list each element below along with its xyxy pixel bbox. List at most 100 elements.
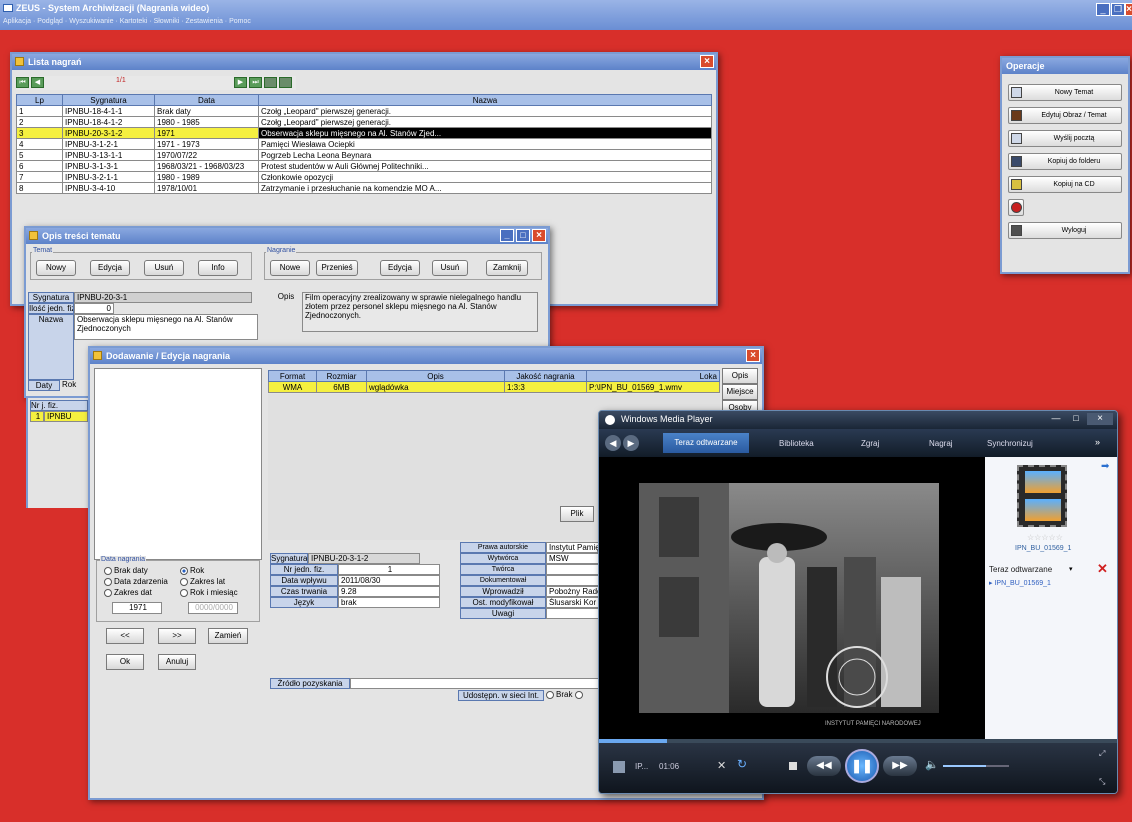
dokumentowal-value[interactable] [546, 575, 606, 586]
forward-icon[interactable]: ▶ [623, 435, 639, 451]
main-minimize-button[interactable]: _ [1096, 3, 1110, 16]
back-icon[interactable]: ◀ [605, 435, 621, 451]
dodawanie-close-button[interactable]: × [746, 349, 760, 362]
prawa-value[interactable]: Instytut Pamię [546, 542, 606, 553]
refresh-icon[interactable] [279, 77, 292, 88]
wytworca-value[interactable]: MSW [546, 553, 606, 564]
table-row[interactable]: 2 IPNBU-18-4-1-2 1980 - 1985 Czołg „Leopard… [16, 116, 712, 128]
stop-icon[interactable] [789, 762, 797, 770]
repeat-icon[interactable]: ↻ [737, 757, 747, 771]
opis-minimize-button[interactable]: _ [500, 229, 514, 242]
modyfikowal-value[interactable]: Ślusarski Kor [546, 597, 606, 608]
lista-close-button[interactable]: × [700, 55, 714, 68]
arrow-icon[interactable]: ➡ [1101, 461, 1109, 472]
tworca-value[interactable] [546, 564, 606, 575]
fullscreen-icon[interactable]: ⤢ [1099, 749, 1105, 759]
first-page-icon[interactable]: ⏮ [16, 77, 29, 88]
menu-slowniki[interactable]: Słowniki [154, 18, 180, 25]
radio-zakres-lat[interactable]: Zakres lat [180, 577, 225, 586]
nagranie-nowe-button[interactable]: Nowe [270, 260, 310, 276]
field-nrjedn-value[interactable]: 1 [338, 564, 440, 575]
wprowadzil-value[interactable]: Pobożny Rado [546, 586, 606, 597]
opis-side-button[interactable]: Opis [722, 368, 758, 384]
anuluj-button[interactable]: Anuluj [158, 654, 196, 670]
edit-topic-button[interactable]: Edytuj Obraz / Temat [1008, 107, 1122, 124]
wmp-maximize-button[interactable]: □ [1067, 413, 1085, 425]
field-sygnatura-value[interactable]: IPNBU-20-3-1-2 [308, 553, 420, 564]
new-topic-button[interactable]: Nowy Temat [1008, 84, 1122, 101]
field-czas-value[interactable]: 9.28 [338, 586, 440, 597]
radio-brak-daty[interactable]: Brak daty [104, 566, 148, 575]
volume-slider[interactable] [943, 765, 1009, 767]
playlist-item[interactable]: ▸ IPN_BU_01569_1 [989, 579, 1051, 587]
radio-udostepn-brak[interactable]: Brak [546, 690, 585, 699]
radio-rok-i-miesiac[interactable]: Rok i miesiąc [180, 588, 238, 597]
col-lp[interactable]: Lp [16, 94, 63, 106]
wmp-close-button[interactable]: × [1087, 413, 1113, 425]
last-page-icon[interactable]: ⏭ [249, 77, 262, 88]
table-row-selected[interactable]: 3 IPNBU-20-3-1-2 1971 Obserwacja sklepu mię… [16, 127, 712, 139]
file-row[interactable]: WMA 6MB wglądówka 1:3:3 P:\IPN_BU_01569_… [268, 381, 720, 393]
nagranie-przenies-button[interactable]: Przenieś [316, 260, 358, 276]
menu-wyszukiwanie[interactable]: Wyszukiwanie [69, 18, 113, 25]
col-lokalizacja[interactable]: Loka [586, 370, 720, 382]
next-icon[interactable]: ▶▶ [883, 756, 917, 776]
field-data-wplywu-value[interactable]: 2011/08/30 [338, 575, 440, 586]
menu-pomoc[interactable]: Pomoc [229, 18, 251, 25]
table-row[interactable]: 4 IPNBU-3-1-2-1 1971 - 1973 Pamięci Wiesław… [16, 138, 712, 150]
shuffle-icon[interactable]: ✕ [717, 759, 726, 772]
year-input[interactable]: 1971 [112, 602, 162, 614]
clear-list-icon[interactable]: ✕ [1097, 561, 1108, 577]
wmp-minimize-button[interactable]: — [1047, 413, 1065, 425]
table-row[interactable]: 7 IPNBU-3-2-1-1 1980 - 1989 Członkowie opoz… [16, 171, 712, 183]
more-tabs-icon[interactable]: » [1095, 437, 1100, 447]
previous-icon[interactable]: ◀◀ [807, 756, 841, 776]
table-row[interactable]: 6 IPNBU-3-1-3-1 1968/03/21 - 1968/03/23 Pro… [16, 160, 712, 172]
tab-teraz-odtwarzane[interactable]: Teraz odtwarzane [663, 433, 749, 453]
nagranie-edycja-button[interactable]: Edycja [380, 260, 420, 276]
table-row[interactable]: 5 IPNBU-3-13-1-1 1970/07/22 Pogrzeb Lecha L… [16, 149, 712, 161]
menu-kartoteki[interactable]: Kartoteki [120, 18, 148, 25]
nrj-row-number[interactable]: 1 [30, 411, 44, 422]
zamien-button[interactable]: Zamień [208, 628, 248, 644]
temat-nowy-button[interactable]: Nowy [36, 260, 76, 276]
temat-info-button[interactable]: Info [198, 260, 238, 276]
rating-stars[interactable]: ☆☆☆☆☆ [1027, 533, 1063, 542]
table-row[interactable]: 8 IPNBU-3-4-10 1978/10/01 Zatrzymanie i prz… [16, 182, 712, 194]
tab-synchronizuj[interactable]: Synchronizuj [987, 439, 1033, 448]
main-restore-button[interactable]: ❐ [1111, 3, 1125, 16]
mute-icon[interactable]: 🔈 [925, 758, 939, 771]
zrodlo-field[interactable] [350, 678, 610, 689]
pause-button[interactable]: ❚❚ [845, 749, 879, 783]
col-opis[interactable]: Opis [366, 370, 505, 382]
copy-folder-button[interactable]: Kopiuj do folderu [1008, 153, 1122, 170]
field-jezyk-value[interactable]: brak [338, 597, 440, 608]
ilosc-field[interactable]: 0 [74, 303, 114, 314]
next-button[interactable]: >> [158, 628, 196, 644]
temat-usun-button[interactable]: Usuń [144, 260, 184, 276]
tab-nagraj[interactable]: Nagraj [929, 439, 953, 448]
menu-aplikacja[interactable]: Aplikacja [3, 18, 31, 25]
switch-view-icon[interactable] [613, 761, 625, 773]
uwagi-value[interactable] [546, 608, 606, 619]
nagranie-usun-button[interactable]: Usuń [432, 260, 468, 276]
now-playing-label[interactable]: Teraz odtwarzane [989, 565, 1052, 574]
col-format[interactable]: Format [268, 370, 317, 382]
table-row[interactable]: 1 IPNBU-18-4-1-1 Brak daty Czołg „Leopard" … [16, 105, 712, 117]
col-jakosc[interactable]: Jakość nagrania [504, 370, 587, 382]
col-data[interactable]: Data [154, 94, 259, 106]
tab-biblioteka[interactable]: Biblioteka [779, 439, 814, 448]
menu-podglad[interactable]: Podgląd [37, 18, 63, 25]
col-rozmiar[interactable]: Rozmiar [316, 370, 367, 382]
now-playing-dropdown-icon[interactable]: ▾ [1069, 565, 1073, 573]
col-nazwa[interactable]: Nazwa [258, 94, 712, 106]
ok-button[interactable]: Ok [106, 654, 144, 670]
radio-data-zdarzenia[interactable]: Data zdarzenia [104, 577, 168, 586]
opis-maximize-button[interactable]: □ [516, 229, 530, 242]
send-mail-button[interactable]: Wyślij pocztą [1008, 130, 1122, 147]
nagranie-zamknij-button[interactable]: Zamknij [486, 260, 528, 276]
temat-edycja-button[interactable]: Edycja [90, 260, 130, 276]
prev-button[interactable]: << [106, 628, 144, 644]
opis-close-button[interactable]: × [532, 229, 546, 242]
radio-zakres-dat[interactable]: Zakres dat [104, 588, 152, 597]
